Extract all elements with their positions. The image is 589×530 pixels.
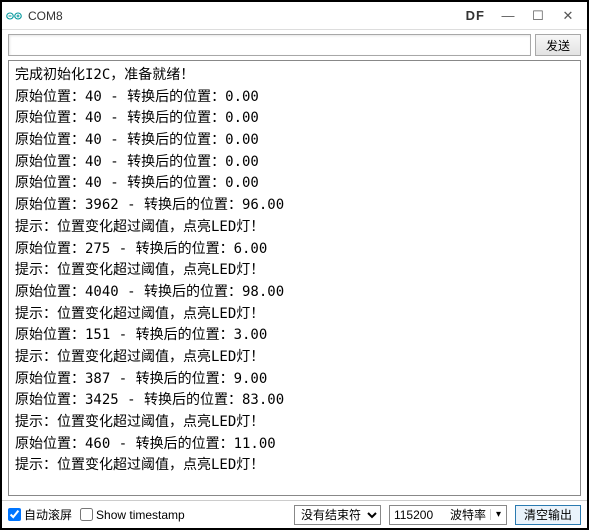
arduino-icon — [6, 8, 22, 24]
timestamp-checkbox[interactable] — [80, 508, 93, 521]
autoscroll-checkbox[interactable] — [8, 508, 21, 521]
send-button[interactable]: 发送 — [535, 34, 581, 56]
window-controls: — ☐ ✕ — [493, 5, 583, 27]
serial-output[interactable]: 完成初始化I2C，准备就绪！ 原始位置：40 - 转换后的位置：0.00 原始位… — [8, 60, 581, 496]
chevron-down-icon[interactable]: ▾ — [490, 509, 506, 520]
bottom-bar: 自动滚屏 Show timestamp 没有结束符 波特率 ▾ 清空输出 — [2, 500, 587, 528]
autoscroll-label: 自动滚屏 — [24, 506, 72, 523]
title-bar: COM8 DF — ☐ ✕ — [2, 2, 587, 30]
baud-select[interactable]: 波特率 ▾ — [389, 505, 507, 525]
close-button[interactable]: ✕ — [553, 5, 583, 27]
line-ending-select[interactable]: 没有结束符 — [294, 505, 381, 525]
baud-label: 波特率 — [446, 506, 490, 523]
baud-value[interactable] — [390, 508, 446, 522]
send-row: 发送 — [2, 30, 587, 60]
send-input[interactable] — [8, 34, 531, 56]
autoscroll-checkbox-wrap[interactable]: 自动滚屏 — [8, 506, 72, 523]
timestamp-label: Show timestamp — [96, 508, 185, 522]
minimize-button[interactable]: — — [493, 5, 523, 27]
clear-output-button[interactable]: 清空输出 — [515, 505, 581, 525]
serial-monitor-window: COM8 DF — ☐ ✕ 发送 完成初始化I2C，准备就绪！ 原始位置：40 … — [0, 0, 589, 530]
timestamp-checkbox-wrap[interactable]: Show timestamp — [80, 508, 185, 522]
maximize-button[interactable]: ☐ — [523, 5, 553, 27]
window-title: COM8 — [28, 9, 63, 23]
df-logo: DF — [466, 8, 485, 23]
